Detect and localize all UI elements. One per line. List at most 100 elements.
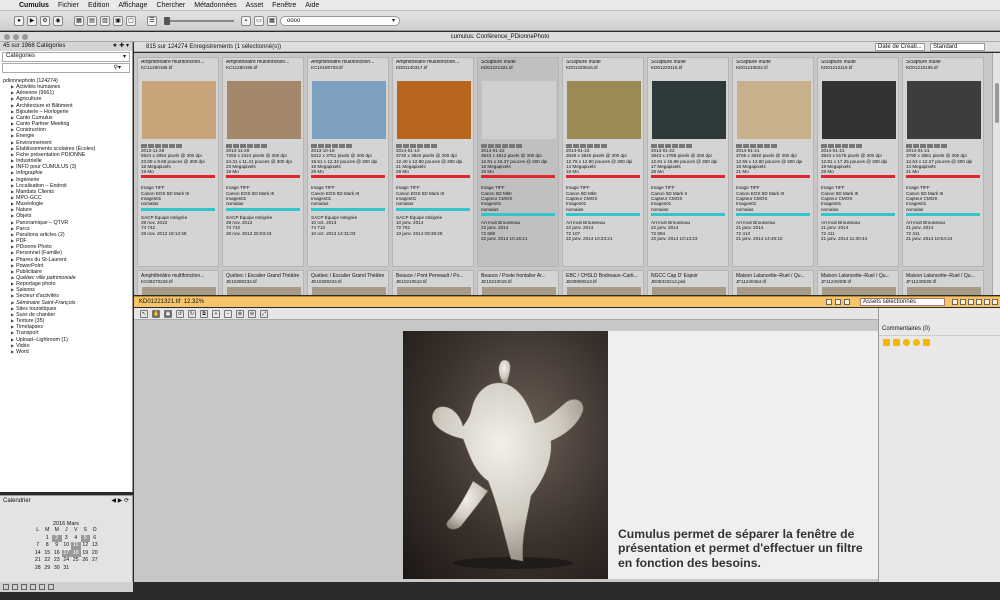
chevron-down-icon[interactable]: ▾ <box>392 17 395 25</box>
card-thumbnail[interactable] <box>397 287 471 295</box>
card-thumbnail[interactable] <box>822 287 896 295</box>
share-icon[interactable] <box>960 299 966 305</box>
thumbnail-card[interactable]: Sculpture Inuite KD01220616.tif 2014-01-22… <box>562 57 644 267</box>
search-input[interactable]: oooo ▾ <box>280 15 400 26</box>
category-search-input[interactable]: ⚲▾ <box>2 63 130 73</box>
hand-icon[interactable]: ✋ <box>152 309 160 318</box>
card-thumbnail[interactable] <box>737 287 811 295</box>
calendar-day[interactable]: 14 <box>33 550 43 558</box>
calendar-day[interactable]: 8 <box>43 542 53 550</box>
calendar-day[interactable]: 4 <box>71 535 81 543</box>
calendar-day[interactable]: 6 <box>90 535 100 543</box>
preview-option-icon[interactable] <box>826 299 832 305</box>
calendar-day[interactable]: 23 <box>52 557 62 565</box>
calendar-day[interactable]: 25 <box>71 557 81 565</box>
thumbnail-card[interactable]: Amphithéâtre multifonction... KC10180703.… <box>307 57 389 267</box>
calendar-day[interactable]: 24 <box>62 557 72 565</box>
close-icon[interactable] <box>992 299 998 305</box>
card-thumbnail[interactable] <box>482 287 556 295</box>
minimize-icon[interactable] <box>13 34 19 40</box>
zoom-out-icon[interactable]: − <box>224 309 232 318</box>
calendar-day[interactable]: 9 <box>52 542 62 550</box>
calendar-day[interactable]: 11 <box>71 542 81 550</box>
document-icon[interactable]: ▥ <box>100 15 110 26</box>
print-icon[interactable] <box>952 299 958 305</box>
zoom-fit-icon[interactable]: ⊕ <box>236 309 244 318</box>
bubble-icon[interactable] <box>903 339 910 346</box>
menu-fenetre[interactable]: Fenêtre <box>272 2 296 9</box>
window-icon[interactable]: ▢ <box>126 15 136 26</box>
thumbnail-card[interactable]: Québec / Escalier Grand Théâtre JE1028023… <box>222 270 304 295</box>
zoom-actual-icon[interactable]: ⊖ <box>248 309 256 318</box>
menu-aide[interactable]: Aide <box>305 2 319 9</box>
card-thumbnail[interactable] <box>397 81 471 139</box>
thumbnail-card[interactable]: Beauce / Pont Perreault / Po... JE1021051… <box>392 270 474 295</box>
calendar-day[interactable]: 13 <box>90 542 100 550</box>
menu-asset[interactable]: Asset <box>246 2 264 9</box>
copy-icon[interactable]: ⧉ <box>200 309 208 318</box>
card-thumbnail[interactable] <box>907 81 981 139</box>
menu-cumulus[interactable]: Cumulus <box>19 2 49 9</box>
view-toggle-icon[interactable] <box>12 584 18 590</box>
card-thumbnail[interactable] <box>652 287 726 295</box>
menu-affichage[interactable]: Affichage <box>118 2 147 9</box>
menu-fichier[interactable]: Fichier <box>58 2 79 9</box>
calendar-day[interactable]: 27 <box>90 557 100 565</box>
calendar-day[interactable]: 2 <box>52 534 62 542</box>
card-thumbnail[interactable] <box>567 287 641 295</box>
tree-item[interactable]: Word <box>3 349 132 355</box>
pointer-icon[interactable]: ↖ <box>140 309 148 318</box>
thumbnail-card[interactable]: Sculpture Inuite KD01210105.tif 2014-01-21… <box>902 57 984 267</box>
calendar-day[interactable]: 15 <box>43 550 53 558</box>
assets-dropdown[interactable]: Assets sélectionnés <box>860 298 945 306</box>
calendar-day[interactable]: 12 <box>81 542 91 550</box>
calendar-day[interactable]: 22 <box>43 557 53 565</box>
calendar-day[interactable]: 20 <box>90 550 100 558</box>
menu-metadonnees[interactable]: Métadonnées <box>194 2 236 9</box>
view-toggle-icon[interactable] <box>3 584 9 590</box>
card-thumbnail[interactable] <box>567 81 641 139</box>
bubble-icon[interactable] <box>913 339 920 346</box>
zoom-icon[interactable] <box>22 34 28 40</box>
fit-icon[interactable]: ▣ <box>164 309 172 318</box>
calendar-day[interactable]: 26 <box>81 557 91 565</box>
thumbnail-card[interactable]: Québec / Escalier Grand Théâtre JE1028023… <box>307 270 389 295</box>
thumbnail-card[interactable]: Sculpture Inuite KD01220116.tif 2014-01-22… <box>647 57 729 267</box>
card-thumbnail[interactable] <box>227 287 301 295</box>
card-thumbnail[interactable] <box>737 81 811 139</box>
thumbnail-card[interactable]: Amphithéâtre multifonction... KD01140317.… <box>392 57 474 267</box>
sort-dropdown[interactable]: Date de Créati... <box>875 43 925 51</box>
card-thumbnail[interactable] <box>227 81 301 139</box>
card-thumbnail[interactable] <box>907 287 981 295</box>
grid-scrollbar[interactable] <box>992 53 1000 295</box>
thumbnail-card[interactable]: Amphithéâtre multifonction... KC09270226.… <box>137 270 219 295</box>
sidebar-actions-icon[interactable]: ★ ✚ ▾ <box>112 42 129 51</box>
menu-icon[interactable] <box>984 299 990 305</box>
card-thumbnail[interactable] <box>312 81 386 139</box>
card-thumbnail[interactable] <box>142 287 216 295</box>
thumbnail-card[interactable]: Maison Lalancette–Ruel / Qu... JF11240530… <box>902 270 984 295</box>
preview-option-icon[interactable] <box>835 299 841 305</box>
thumbnail-card[interactable]: Maison Lalancette–Ruel / Qu... JF11240408… <box>817 270 899 295</box>
calendar-day[interactable]: 31 <box>62 565 72 573</box>
calendar-day[interactable]: 17 <box>61 549 71 557</box>
calendar-day[interactable]: 28 <box>33 565 43 573</box>
card-thumbnail[interactable] <box>822 81 896 139</box>
menu-edition[interactable]: Edition <box>88 2 109 9</box>
play-icon[interactable]: ▶ <box>27 15 37 26</box>
zoom-in-icon[interactable]: + <box>212 309 220 318</box>
list-view-icon[interactable]: ☰ <box>147 15 157 26</box>
card-thumbnail[interactable] <box>482 81 556 139</box>
arrow-icon[interactable] <box>893 339 900 346</box>
calendar-day[interactable]: 18 <box>71 549 81 557</box>
close-icon[interactable] <box>4 34 10 40</box>
info-icon[interactable] <box>968 299 974 305</box>
speech-icon[interactable] <box>923 339 930 346</box>
calendar-day[interactable]: 21 <box>33 557 43 565</box>
calendar-day[interactable]: 16 <box>52 550 62 558</box>
folder-icon[interactable]: ▤ <box>87 15 97 26</box>
details-icon[interactable]: ▭ <box>254 15 264 26</box>
preview-option-icon[interactable] <box>844 299 850 305</box>
category-dropdown[interactable]: Catégories ▾ <box>2 52 130 62</box>
view-toggle-icon[interactable] <box>39 584 45 590</box>
